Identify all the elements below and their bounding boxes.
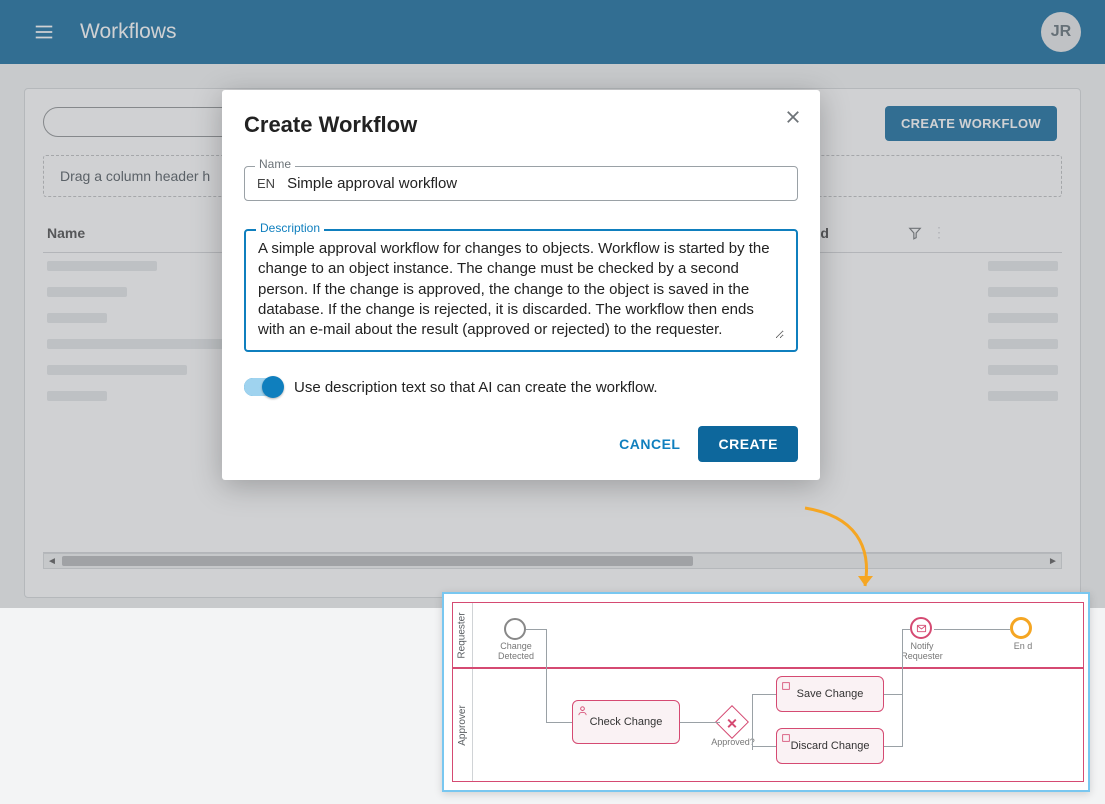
bpmn-task-save-label: Save Change [797, 688, 864, 700]
name-field-value: Simple approval workflow [287, 175, 457, 192]
bpmn-task-discard[interactable]: Discard Change [776, 728, 884, 764]
name-field-label: Name [255, 157, 295, 171]
cancel-button[interactable]: CANCEL [619, 436, 680, 452]
name-field-lang: EN [257, 176, 275, 191]
bpmn-start-label: Change Detected [492, 642, 540, 662]
ai-toggle-label: Use description text so that AI can crea… [294, 379, 658, 396]
dialog-actions: CANCEL CREATE [244, 426, 798, 462]
create-button[interactable]: CREATE [698, 426, 798, 462]
ai-toggle-row: Use description text so that AI can crea… [244, 378, 798, 396]
ai-toggle[interactable] [244, 378, 282, 396]
name-field[interactable]: Name EN Simple approval workflow [244, 166, 798, 201]
bpmn-canvas: Requester Approver Change Detected Notif… [452, 602, 1084, 786]
workflow-preview-panel: Requester Approver Change Detected Notif… [442, 592, 1090, 792]
bpmn-end-label: En d [1008, 642, 1038, 652]
close-icon[interactable] [784, 108, 802, 132]
bpmn-task-discard-label: Discard Change [791, 740, 870, 752]
lane-approver-label: Approver [453, 669, 473, 781]
app-root: Workflows JR Drag a column header h Name… [0, 0, 1105, 804]
bpmn-start-event[interactable] [504, 618, 526, 640]
bpmn-notify-label: Notify Requester [898, 642, 946, 662]
bpmn-task-check[interactable]: Check Change [572, 700, 680, 744]
bpmn-task-check-label: Check Change [590, 716, 663, 728]
description-textarea[interactable] [258, 239, 784, 339]
dialog-title: Create Workflow [244, 112, 798, 138]
bpmn-task-save[interactable]: Save Change [776, 676, 884, 712]
bpmn-notify-event[interactable] [910, 617, 932, 639]
create-workflow-dialog: Create Workflow Name EN Simple approval … [222, 90, 820, 480]
bpmn-end-event[interactable] [1010, 617, 1032, 639]
description-field-label: Description [256, 221, 324, 235]
description-field[interactable]: Description [244, 229, 798, 352]
lane-requester-label: Requester [453, 603, 473, 667]
